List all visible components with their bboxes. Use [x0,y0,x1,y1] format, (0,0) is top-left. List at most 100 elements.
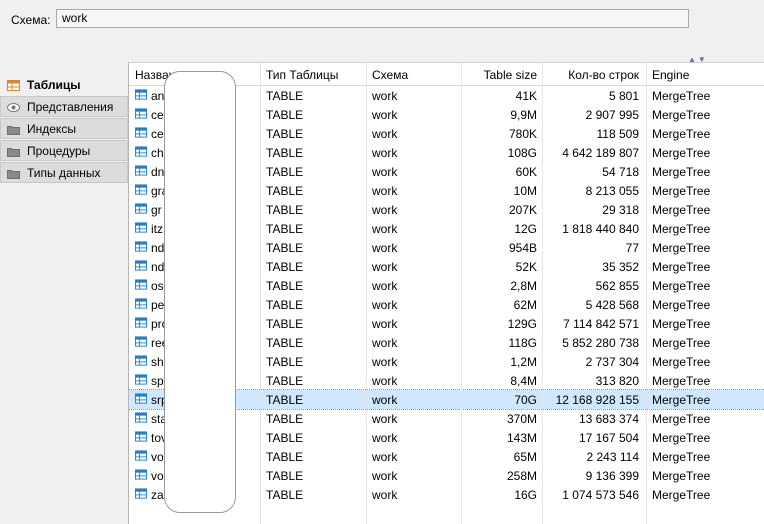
cell-type: TABLE [266,279,304,293]
column-divider[interactable] [461,63,462,524]
cell-rows: 17 167 504 [578,431,639,445]
table-icon [135,165,147,176]
column-divider[interactable] [646,63,647,524]
column-header-type[interactable]: Тип Таблицы [266,68,361,82]
cell-schema: work [372,260,398,274]
table-icon [135,222,147,233]
cell-schema: work [372,412,398,426]
cell-type: TABLE [266,260,304,274]
cell-rows: 2 907 995 [585,108,639,122]
table-icon [135,355,147,366]
cell-engine: MergeTree [652,89,711,103]
table-icon [135,89,147,100]
cell-size: 118G [508,336,537,350]
cell-size: 258M [506,469,537,483]
column-divider[interactable] [260,63,261,524]
cell-rows: 118 509 [596,127,640,141]
column-header-engine[interactable]: Engine [652,68,752,82]
cell-type: TABLE [266,146,304,160]
cell-type: TABLE [266,89,304,103]
cell-engine: MergeTree [652,336,711,350]
table-icon [135,431,147,442]
object-type-sidebar: Таблицы Представления Индексы Процедуры Типы… [0,74,128,184]
sidebar-item-3[interactable]: Процедуры [0,140,128,161]
cell-type: TABLE [266,336,304,350]
cell-schema: work [372,89,398,103]
cell-type: TABLE [266,165,304,179]
cell-schema: work [372,469,398,483]
sidebar-item-label: Типы данных [27,165,101,180]
cell-schema: work [372,317,398,331]
cell-rows: 5 428 568 [585,298,639,312]
table-icon [135,146,147,157]
cell-type: TABLE [266,241,304,255]
cell-type: TABLE [266,184,304,198]
cell-size: 954B [508,241,537,255]
cell-size: 70G [514,393,537,407]
cell-schema: work [372,127,398,141]
sidebar-item-label: Индексы [27,121,76,136]
cell-engine: MergeTree [652,260,711,274]
table-icon [7,79,20,91]
cell-size: 16G [514,488,537,502]
cell-size: 62M [513,298,537,312]
cell-engine: MergeTree [652,222,711,236]
cell-schema: work [372,336,398,350]
cell-size: 207K [508,203,537,217]
cell-rows: 2 737 304 [585,355,639,369]
table-icon [135,203,147,214]
cell-schema: work [372,488,398,502]
cell-type: TABLE [266,355,304,369]
cell-rows: 4 642 189 807 [562,146,639,160]
cell-engine: MergeTree [652,374,711,388]
cell-type: TABLE [266,393,304,407]
column-header-size[interactable]: Table size [462,68,537,82]
sidebar-item-4[interactable]: Типы данных [0,162,128,183]
cell-rows: 9 136 399 [585,469,639,483]
table-icon [135,450,147,461]
cell-rows: 2 243 114 [586,450,640,464]
table-icon [135,393,147,404]
table-icon [135,469,147,480]
cell-schema: work [372,298,398,312]
sidebar-item-1[interactable]: Представления [0,96,128,117]
sidebar-item-label: Процедуры [27,143,91,158]
cell-engine: MergeTree [652,108,711,122]
cell-type: TABLE [266,450,304,464]
cell-schema: work [372,184,398,198]
schema-input[interactable]: work [56,9,689,28]
cell-size: 108G [507,146,537,160]
cell-size: 60K [515,165,537,179]
cell-engine: MergeTree [652,184,711,198]
cell-size: 41K [515,89,537,103]
cell-schema: work [372,108,398,122]
cell-rows: 35 352 [602,260,639,274]
cell-schema: work [372,146,398,160]
cell-engine: MergeTree [652,279,711,293]
cell-schema: work [372,393,398,407]
sidebar-item-2[interactable]: Индексы [0,118,128,139]
cell-size: 12G [514,222,537,236]
table-icon [135,374,147,385]
cell-engine: MergeTree [652,241,711,255]
cell-rows: 54 718 [602,165,639,179]
column-divider[interactable] [542,63,543,524]
cell-engine: MergeTree [652,488,711,502]
cell-rows: 8 213 055 [585,184,639,198]
cell-schema: work [372,222,398,236]
cell-size: 129G [507,317,537,331]
cell-rows: 12 168 928 155 [555,393,639,407]
cell-rows: 5 801 [608,89,639,103]
cell-rows: 29 318 [602,203,639,217]
eye-icon [7,102,20,112]
column-header-rows[interactable]: Кол-во строк [542,68,639,82]
cell-type: TABLE [266,108,304,122]
sidebar-item-0[interactable]: Таблицы [0,74,128,95]
cell-rows: 7 114 842 571 [563,317,639,331]
cell-engine: MergeTree [652,412,711,426]
sidebar-item-label: Представления [27,99,114,114]
cell-schema: work [372,431,398,445]
column-divider[interactable] [366,63,367,524]
cell-schema: work [372,203,398,217]
column-header-schema[interactable]: Схема [372,68,452,82]
